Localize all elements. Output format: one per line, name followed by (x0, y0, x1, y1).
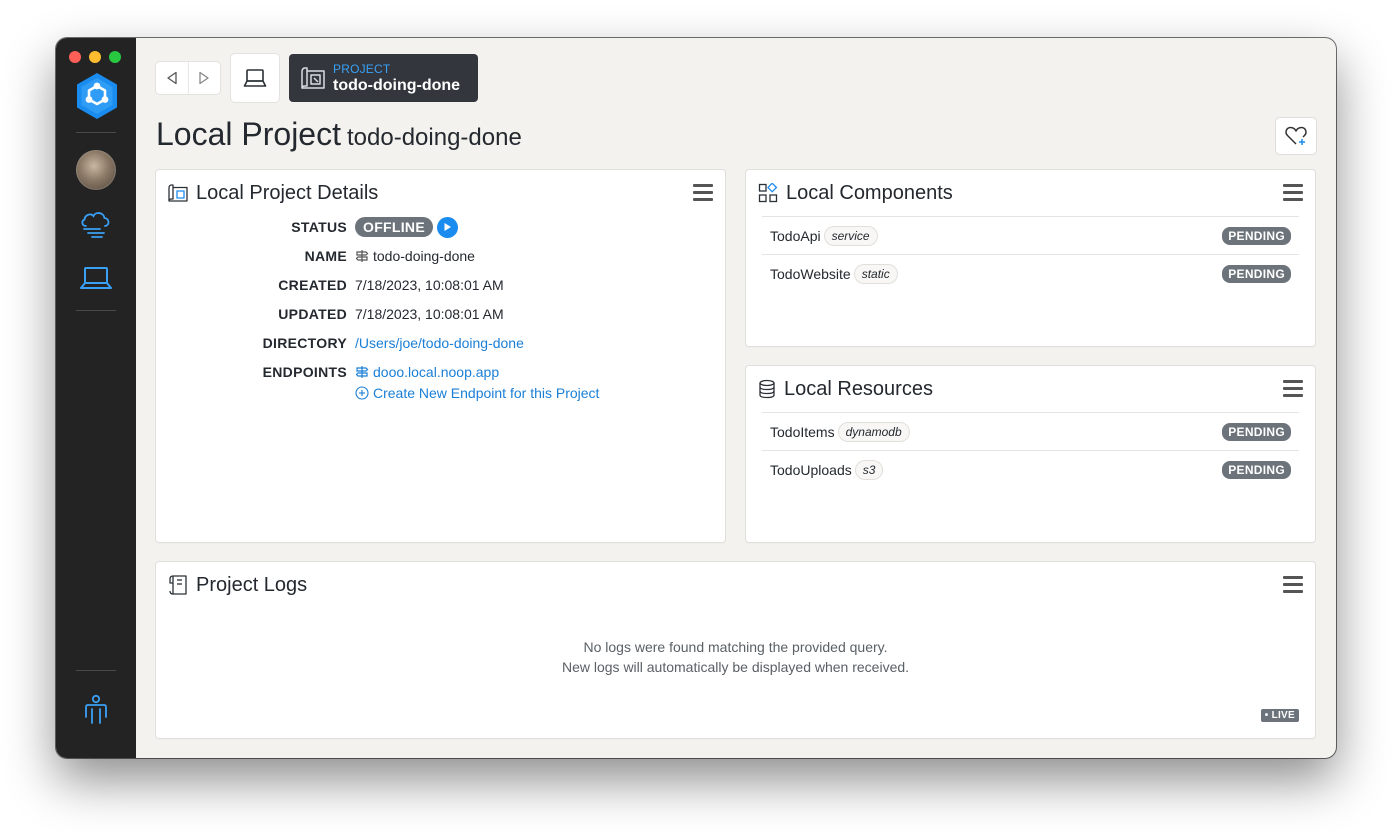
window-close-button[interactable] (69, 51, 81, 63)
card-menu-button[interactable] (1283, 576, 1303, 594)
play-icon (444, 223, 452, 231)
live-badge: • LIVE (1260, 709, 1299, 722)
user-avatar[interactable] (76, 150, 116, 190)
window-minimize-button[interactable] (89, 51, 101, 63)
endpoints-row: ENDPOINTS dooo.local.noop.app (156, 361, 725, 383)
endpoints-label: ENDPOINTS (262, 364, 347, 380)
components-icon (758, 183, 778, 203)
favorite-button[interactable] (1276, 118, 1316, 154)
resource-type-tag: s3 (855, 461, 883, 479)
logs-empty-line: New logs will automatically be displayed… (561, 659, 910, 675)
breadcrumb-kicker: PROJECT (333, 62, 391, 76)
page-title-main: Local Project (156, 116, 341, 152)
logs-empty-line: No logs were found matching the provided… (583, 639, 888, 655)
list-item[interactable]: TodoApi service PENDING (762, 216, 1299, 255)
component-type-tag: static (854, 265, 897, 283)
updated-label: UPDATED (278, 306, 347, 322)
card-header: Local Project Details (168, 180, 378, 206)
add-circle-icon (355, 386, 369, 400)
directory-link[interactable]: /Users/joe/todo-doing-done (355, 335, 524, 351)
card-title: Local Project Details (196, 181, 379, 204)
project-breadcrumb[interactable]: PROJECT todo-doing-done (289, 54, 478, 102)
components-card: Local Components TodoApi service PENDING… (746, 170, 1315, 346)
project-blueprint-icon (168, 184, 188, 202)
resources-card: Local Resources TodoItems dynamodb PENDI… (746, 366, 1315, 542)
create-endpoint-link[interactable]: Create New Endpoint for this Project (373, 385, 599, 401)
heart-plus-icon (1285, 126, 1307, 145)
forward-triangle-icon (199, 71, 209, 85)
created-row: CREATED 7/18/2023, 10:08:01 AM (156, 274, 725, 296)
card-title: Project Logs (196, 573, 308, 596)
component-name: TodoApi (770, 228, 821, 244)
updated-value: 7/18/2023, 10:08:01 AM (355, 306, 504, 322)
resource-name: TodoItems (770, 424, 835, 440)
card-menu-button[interactable] (1283, 380, 1303, 398)
card-menu-button[interactable] (693, 184, 713, 202)
card-title: Local Components (786, 181, 953, 204)
log-scroll-icon (169, 575, 187, 595)
resource-type-tag: dynamodb (838, 423, 909, 441)
status-badge: PENDING (1222, 461, 1291, 479)
start-project-button[interactable] (436, 216, 458, 238)
breadcrumb-project-name: todo-doing-done (333, 77, 461, 94)
project-details-card: Local Project Details STATUS OFFLINE NAM… (156, 170, 725, 542)
cloud-icon[interactable] (78, 206, 114, 242)
sidebar-divider (76, 310, 116, 311)
app-logo-icon[interactable] (75, 72, 119, 120)
endpoint-link[interactable]: dooo.local.noop.app (373, 364, 499, 380)
laptop-icon (243, 69, 267, 87)
back-button[interactable] (156, 62, 188, 94)
main-content: PROJECT todo-doing-done Local Project tod… (136, 38, 1336, 758)
status-badge: OFFLINE (355, 217, 433, 237)
back-triangle-icon (167, 71, 177, 85)
status-badge: PENDING (1222, 265, 1291, 283)
updated-row: UPDATED 7/18/2023, 10:08:01 AM (156, 303, 725, 325)
list-item[interactable]: TodoUploads s3 PENDING (762, 450, 1299, 489)
card-menu-button[interactable] (1283, 184, 1303, 202)
signpost-icon (355, 366, 369, 378)
list-item[interactable]: TodoItems dynamodb PENDING (762, 412, 1299, 451)
project-blueprint-icon (300, 66, 326, 95)
history-nav (156, 62, 220, 94)
status-row: STATUS OFFLINE (156, 216, 725, 238)
created-label: CREATED (278, 277, 347, 293)
sidebar-divider (76, 132, 116, 133)
card-title: Local Resources (784, 377, 933, 400)
list-item[interactable]: TodoWebsite static PENDING (762, 254, 1299, 293)
component-type-tag: service (824, 227, 877, 245)
logs-empty-message: No logs were found matching the provided… (156, 637, 1315, 677)
project-logs-card: Project Logs No logs were found matching… (156, 562, 1315, 738)
created-value: 7/18/2023, 10:08:01 AM (355, 277, 504, 293)
status-badge: PENDING (1222, 227, 1291, 245)
signpost-icon (355, 250, 369, 262)
account-person-icon[interactable] (78, 693, 114, 729)
name-row: NAME todo-doing-done (156, 245, 725, 267)
window-zoom-button[interactable] (109, 51, 121, 63)
resource-name: TodoUploads (770, 462, 852, 478)
page-title: Local Project todo-doing-done (156, 116, 522, 153)
card-header: Local Components (758, 180, 953, 206)
forward-button[interactable] (187, 62, 221, 94)
card-header: Local Resources (758, 376, 933, 402)
app-window: PROJECT todo-doing-done Local Project tod… (56, 38, 1336, 758)
sidebar-divider (76, 670, 116, 671)
sidebar (56, 38, 136, 758)
directory-label: DIRECTORY (262, 335, 347, 351)
status-badge: PENDING (1222, 423, 1291, 441)
status-label: STATUS (291, 219, 347, 235)
project-name-value: todo-doing-done (373, 248, 475, 264)
card-header: Project Logs (168, 572, 307, 598)
create-endpoint-row: Create New Endpoint for this Project (156, 382, 725, 404)
directory-row: DIRECTORY /Users/joe/todo-doing-done (156, 332, 725, 354)
database-icon (759, 379, 775, 399)
local-home-button[interactable] (231, 54, 279, 102)
laptop-icon[interactable] (78, 260, 114, 296)
component-name: TodoWebsite (770, 266, 851, 282)
name-label: NAME (304, 248, 347, 264)
page-title-project: todo-doing-done (346, 124, 522, 151)
